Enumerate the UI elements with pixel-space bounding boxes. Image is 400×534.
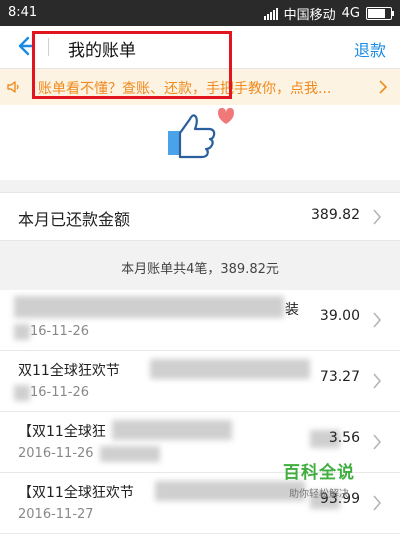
bill-title: 双11全球狂欢节 xyxy=(18,363,120,379)
chevron-right-icon xyxy=(373,373,382,389)
paid-amount-row[interactable]: 本月已还款金额 389.82 xyxy=(0,192,400,241)
status-bar: 8:41 中国移动 4G xyxy=(0,0,400,26)
status-time: 8:41 xyxy=(8,5,38,20)
bills-summary-header: 本月账单共4笔，389.82元 xyxy=(121,262,279,277)
signal-icon xyxy=(263,7,278,20)
bill-title: 装 xyxy=(285,302,299,318)
bill-amount: 3.56 xyxy=(328,430,360,446)
chevron-right-icon xyxy=(373,312,382,328)
battery-level xyxy=(368,9,385,18)
bill-date: 16-11-26 xyxy=(30,385,90,400)
paid-amount: 389.82 xyxy=(311,207,360,223)
bill-item[interactable]: 装 16-11-26 39.00 xyxy=(0,290,400,351)
chevron-right-icon xyxy=(373,209,382,225)
chevron-right-icon xyxy=(373,495,382,511)
bill-item[interactable]: 双11全球狂欢节 16-11-26 73.27 xyxy=(0,351,400,412)
bill-amount: 73.27 xyxy=(319,369,360,385)
speaker-icon xyxy=(7,81,19,93)
highlight-annotation xyxy=(32,31,232,99)
bill-title: 【双11全球狂欢节 xyxy=(18,485,134,501)
thumbs-up-heart-icon xyxy=(168,107,234,159)
notice-chevron-icon xyxy=(379,80,388,94)
bill-date: 2016-11-27 xyxy=(18,507,94,522)
bill-amount: 39.00 xyxy=(319,308,360,324)
watermark: 百科全说 助你轻松解决 xyxy=(274,458,364,500)
watermark-main: 百科全说 xyxy=(283,463,355,483)
paid-label: 本月已还款金额 xyxy=(18,210,131,229)
battery-icon xyxy=(366,7,394,20)
hero-section xyxy=(0,105,400,180)
carrier-label: 中国移动 xyxy=(283,8,336,23)
bill-date: 2016-11-26 xyxy=(18,446,94,461)
bill-title: 【双11全球狂 xyxy=(18,424,106,440)
bill-date: 16-11-26 xyxy=(30,324,90,339)
refund-button[interactable]: 退款 xyxy=(354,37,386,61)
chevron-right-icon xyxy=(373,434,382,450)
watermark-sub: 助你轻松解决 xyxy=(289,489,349,500)
status-right: 中国移动 4G xyxy=(263,4,394,23)
network-label: 4G xyxy=(341,6,360,21)
